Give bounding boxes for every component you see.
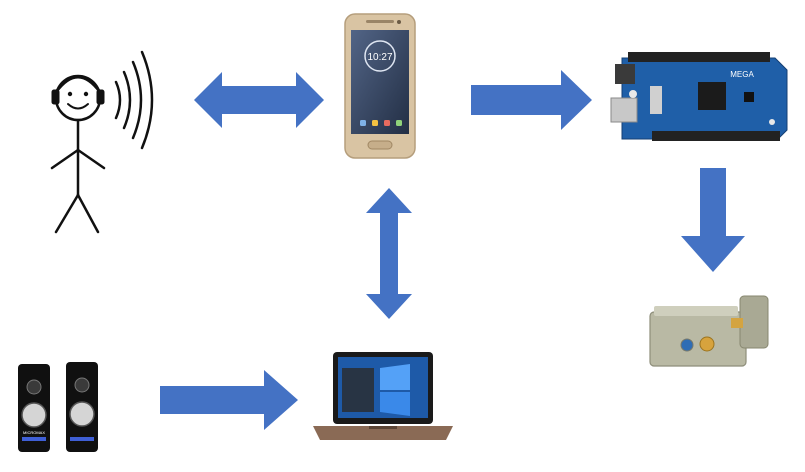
arrow-smartphone-microcontroller — [471, 70, 592, 130]
stick-figure-headphones-icon — [50, 74, 106, 234]
arduino-mega-board-icon: MEGA — [610, 52, 788, 141]
electric-door-lock-icon — [649, 295, 769, 367]
board-label-text: MEGA — [730, 70, 754, 79]
arrow-microcontroller-lock — [681, 168, 745, 272]
sound-waves-icon — [114, 50, 154, 150]
arrow-person-smartphone — [194, 72, 324, 128]
laptop-icon — [313, 352, 453, 440]
smartphone-icon: 10:27 — [344, 13, 416, 159]
diagram-canvas: 10:27 MEGA MICROMAX — [0, 0, 805, 472]
arrow-speakers-laptop — [160, 370, 298, 430]
system-diagram: 10:27 MEGA MICROMAX — [18, 13, 788, 452]
speaker-brand-text: MICROMAX — [23, 430, 45, 435]
arrow-smartphone-laptop — [366, 188, 412, 319]
phone-clock-text: 10:27 — [367, 52, 392, 63]
speakers-icon: MICROMAX — [18, 362, 98, 452]
